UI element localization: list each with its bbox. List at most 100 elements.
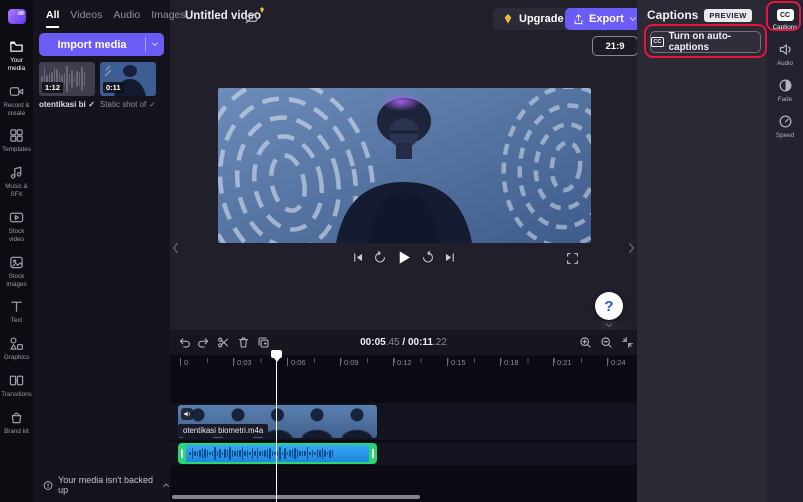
tab-videos[interactable]: Videos — [70, 9, 102, 28]
aspect-ratio-label: 21:9 — [605, 41, 624, 52]
text-icon — [9, 299, 24, 314]
cc-icon: CC — [777, 9, 794, 21]
upload-icon — [573, 14, 584, 25]
audio-waveform — [180, 445, 375, 462]
trim-handle-right[interactable] — [369, 443, 377, 464]
upgrade-button[interactable]: Upgrade — [493, 8, 573, 30]
rail-item-speed[interactable]: Speed — [767, 110, 803, 146]
ruler-tick-label: 0:24 — [607, 358, 626, 367]
duration-badge: 0:11 — [103, 82, 124, 93]
jump-back-1s-button[interactable] — [373, 251, 386, 264]
clip-audio-indicator-icon — [181, 408, 193, 420]
turn-on-auto-captions-button[interactable]: CC Turn on auto-captions — [650, 31, 761, 53]
sidebar-item-stock-video[interactable]: Stock video — [0, 205, 33, 250]
rail-item-captions[interactable]: CC Captions — [767, 5, 803, 38]
export-button[interactable]: Export — [565, 8, 645, 30]
duration-badge: 1:12 — [42, 82, 63, 93]
shapes-icon — [9, 336, 24, 351]
clip-thumbnail — [337, 405, 377, 438]
sidebar-item-your-media[interactable]: Your media — [0, 34, 33, 79]
timeline-video-clip[interactable]: otentikasi biometri.m4a — [178, 405, 377, 438]
camera-icon — [9, 84, 24, 99]
chevron-up-icon — [162, 482, 170, 488]
timeline-ruler[interactable]: 0 0:03 0:06 0:09 0:12 0:15 0:18 0:21 0:2… — [170, 355, 637, 373]
trim-handle-left[interactable] — [178, 443, 186, 464]
rail-item-fade[interactable]: Fade — [767, 74, 803, 110]
sidebar-item-music-sfx[interactable]: Music & SFX — [0, 160, 33, 205]
import-media-dropdown[interactable] — [145, 37, 164, 52]
media-item-audio[interactable]: 1:12 — [39, 62, 95, 96]
sidebar-item-stock-images[interactable]: Stock images — [0, 250, 33, 295]
timeline-scrollbar[interactable] — [172, 495, 420, 499]
speaker-icon — [778, 42, 793, 57]
zoom-in-button[interactable] — [579, 336, 592, 349]
play-button[interactable] — [395, 249, 412, 266]
tab-all[interactable]: All — [46, 9, 59, 28]
ruler-tick-label: 0:12 — [393, 358, 412, 367]
playhead[interactable] — [271, 350, 282, 358]
media-item-video[interactable]: 0:11 — [100, 62, 156, 96]
stock-image-icon — [9, 255, 24, 270]
templates-grid-icon — [9, 128, 24, 143]
synced-check-icon: ✓ — [88, 100, 95, 109]
ruler-tick-label: 0:21 — [553, 358, 572, 367]
skip-to-end-button[interactable] — [443, 251, 456, 264]
sidebar-item-transitions[interactable]: Transitions — [0, 368, 33, 405]
info-icon — [43, 480, 53, 491]
help-collapse-tab[interactable] — [601, 321, 617, 330]
media-item-title: Static shot of ... — [100, 100, 147, 109]
sidebar-item-text[interactable]: Text — [0, 294, 33, 331]
skip-to-start-button[interactable] — [351, 251, 364, 264]
sidebar-item-graphics[interactable]: Graphics — [0, 331, 33, 368]
aspect-ratio-button[interactable]: 21:9 — [592, 36, 638, 56]
app-logo[interactable] — [8, 9, 26, 24]
ruler-tick-label: 0 — [180, 358, 188, 367]
help-button[interactable]: ? — [595, 292, 623, 320]
premium-gem-icon — [258, 6, 266, 14]
properties-rail: CC Captions Audio Fade Speed — [767, 0, 803, 502]
duplicate-button[interactable] — [257, 336, 270, 349]
playback-controls — [351, 249, 456, 266]
fullscreen-button[interactable] — [566, 252, 579, 265]
preview-stage: Untitled video Upgrade Export 21:9 — [170, 0, 637, 330]
tab-images[interactable]: Images — [151, 9, 185, 28]
preview-badge: PREVIEW — [704, 9, 751, 22]
media-item-title: otentikasi bio... — [39, 100, 86, 109]
jump-forward-1s-button[interactable] — [421, 251, 434, 264]
chevron-down-icon — [629, 16, 637, 22]
split-scissors-button[interactable] — [217, 336, 230, 349]
redo-button[interactable] — [197, 336, 210, 349]
collapse-right-panel-icon[interactable] — [627, 241, 636, 255]
timeline-toolbar: 00:05.45 / 00:11.22 — [170, 330, 637, 355]
ruler-tick-label: 0:15 — [447, 358, 466, 367]
import-media-label: Import media — [39, 39, 145, 51]
help-question-mark: ? — [604, 298, 613, 315]
backup-notice[interactable]: Your media isn't backed up — [43, 475, 170, 495]
rail-item-audio[interactable]: Audio — [767, 38, 803, 74]
tab-audio[interactable]: Audio — [113, 9, 140, 28]
zoom-to-fit-button[interactable] — [621, 336, 634, 349]
media-item-captions: otentikasi bio... ✓ Static shot of ... ✓ — [39, 100, 156, 109]
video-editor-window: Untitled video Upgrade Export 21:9 — [0, 0, 803, 502]
media-tabs: All Videos Audio Images — [46, 9, 186, 28]
ruler-tick-label: 0:18 — [500, 358, 519, 367]
timeline-audio-clip-selected[interactable] — [178, 443, 377, 464]
timecode-display: 00:05.45 / 00:11.22 — [360, 337, 447, 348]
video-frame — [218, 88, 591, 243]
import-media-button[interactable]: Import media — [39, 33, 164, 56]
undo-button[interactable] — [178, 336, 191, 349]
sidebar-item-brand-kit[interactable]: Brand kit — [0, 405, 33, 442]
delete-button[interactable] — [237, 336, 250, 349]
sidebar-item-templates[interactable]: Templates — [0, 123, 33, 160]
fade-icon — [778, 78, 793, 93]
gem-icon — [502, 13, 514, 25]
music-note-icon — [9, 165, 24, 180]
cloud-backup-off-icon[interactable] — [244, 10, 259, 25]
collapse-left-panel-icon[interactable] — [171, 241, 180, 255]
auto-captions-label: Turn on auto-captions — [669, 31, 760, 53]
cc-icon: CC — [651, 37, 664, 47]
video-preview-canvas[interactable] — [218, 88, 591, 243]
sidebar-item-record-create[interactable]: Record & create — [0, 79, 33, 124]
brand-kit-icon — [9, 410, 24, 425]
zoom-out-button[interactable] — [600, 336, 613, 349]
